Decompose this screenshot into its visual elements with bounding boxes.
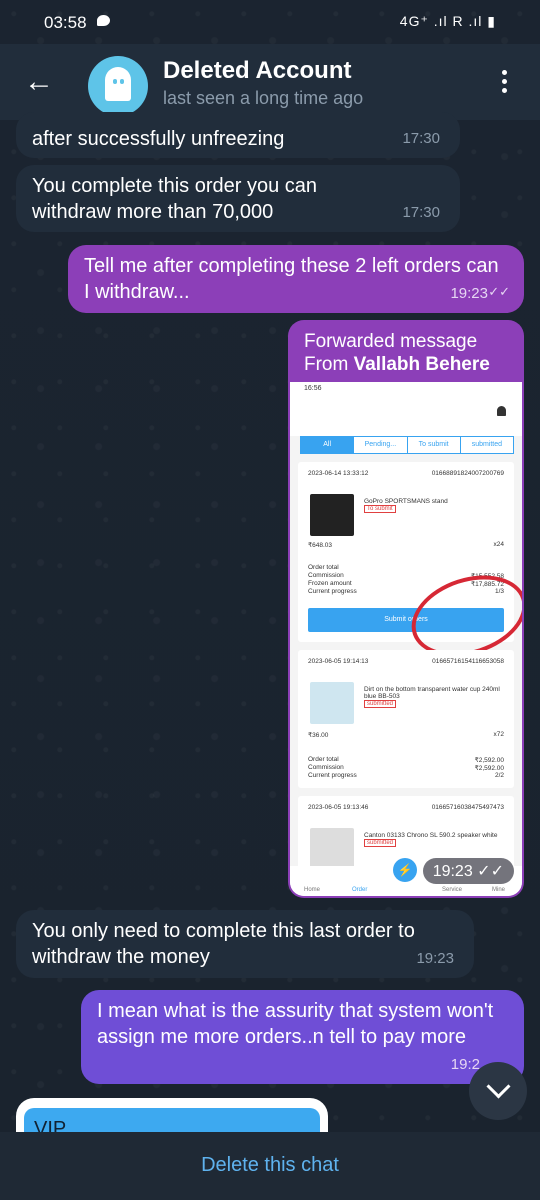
incoming-message[interactable]: You only need to complete this last orde…	[16, 910, 474, 978]
avatar[interactable]	[88, 56, 148, 116]
delete-chat-button[interactable]: Delete this chat	[0, 1154, 540, 1177]
scroll-down-button[interactable]	[469, 1062, 527, 1120]
bottom-bar: Delete this chat	[0, 1132, 540, 1200]
product-image	[310, 828, 354, 870]
message-time: 19:23	[450, 285, 488, 302]
more-options-icon[interactable]	[502, 70, 508, 97]
status-time: 03:58	[44, 13, 87, 32]
order-card: 2023-06-05 19:14:13 01665716154116653058 …	[298, 650, 514, 788]
back-arrow-icon[interactable]: ←	[24, 62, 54, 102]
screenshot-status-bar: 16:56	[290, 382, 522, 396]
forwarded-screenshot[interactable]: 16:56 All Pending... To submit submitted…	[290, 382, 522, 896]
message-text: Tell me after completing these 2 left or…	[84, 255, 499, 303]
product-image	[310, 682, 354, 724]
message-time: 17:30	[402, 204, 440, 221]
tab-submitted: submitted	[459, 437, 513, 453]
forwarded-image-message[interactable]: Forwarded message From Vallabh Behere 16…	[288, 320, 524, 898]
incoming-message[interactable]: You complete this order you can withdraw…	[16, 165, 460, 232]
contact-name[interactable]: Deleted Account	[163, 57, 351, 85]
outgoing-message[interactable]: Tell me after completing these 2 left or…	[68, 245, 524, 313]
read-checkmarks-icon: ✓✓	[488, 284, 510, 299]
bell-icon	[497, 406, 506, 416]
last-seen-status: last seen a long time ago	[163, 88, 364, 108]
forwarded-from-name[interactable]: Vallabh Behere	[354, 354, 490, 375]
ghost-icon	[105, 67, 131, 101]
product-image	[310, 494, 354, 536]
outgoing-message[interactable]: I mean what is the assurity that system …	[81, 990, 524, 1084]
message-time: 19:23	[416, 950, 454, 967]
message-time: 17:30	[402, 130, 440, 147]
signal-battery-indicators: 4G⁺ .ıl R .ıl ▮	[399, 13, 496, 29]
tab-pending: Pending...	[353, 437, 406, 453]
message-time: 19:23 ✓✓	[422, 858, 514, 884]
message-text: after successfully unfreezing	[32, 128, 285, 150]
tab-all: All	[301, 437, 354, 453]
message-text: I mean what is the assurity that system …	[97, 1000, 494, 1048]
forwarded-label: Forwarded message From Vallabh Behere	[304, 331, 490, 375]
tab-to-submit: To submit	[406, 437, 460, 453]
order-tabs: All Pending... To submit submitted	[300, 436, 514, 454]
status-bar: 03:58 4G⁺ .ıl R .ıl ▮	[0, 0, 540, 44]
lightning-icon: ⚡	[393, 858, 417, 882]
message-text: You complete this order you can withdraw…	[32, 175, 317, 223]
message-notification-icon	[97, 15, 110, 26]
chat-header: ← Deleted Account last seen a long time …	[0, 44, 540, 120]
message-text: You only need to complete this last orde…	[32, 920, 415, 968]
incoming-message[interactable]: after successfully unfreezing 17:30	[16, 112, 460, 158]
